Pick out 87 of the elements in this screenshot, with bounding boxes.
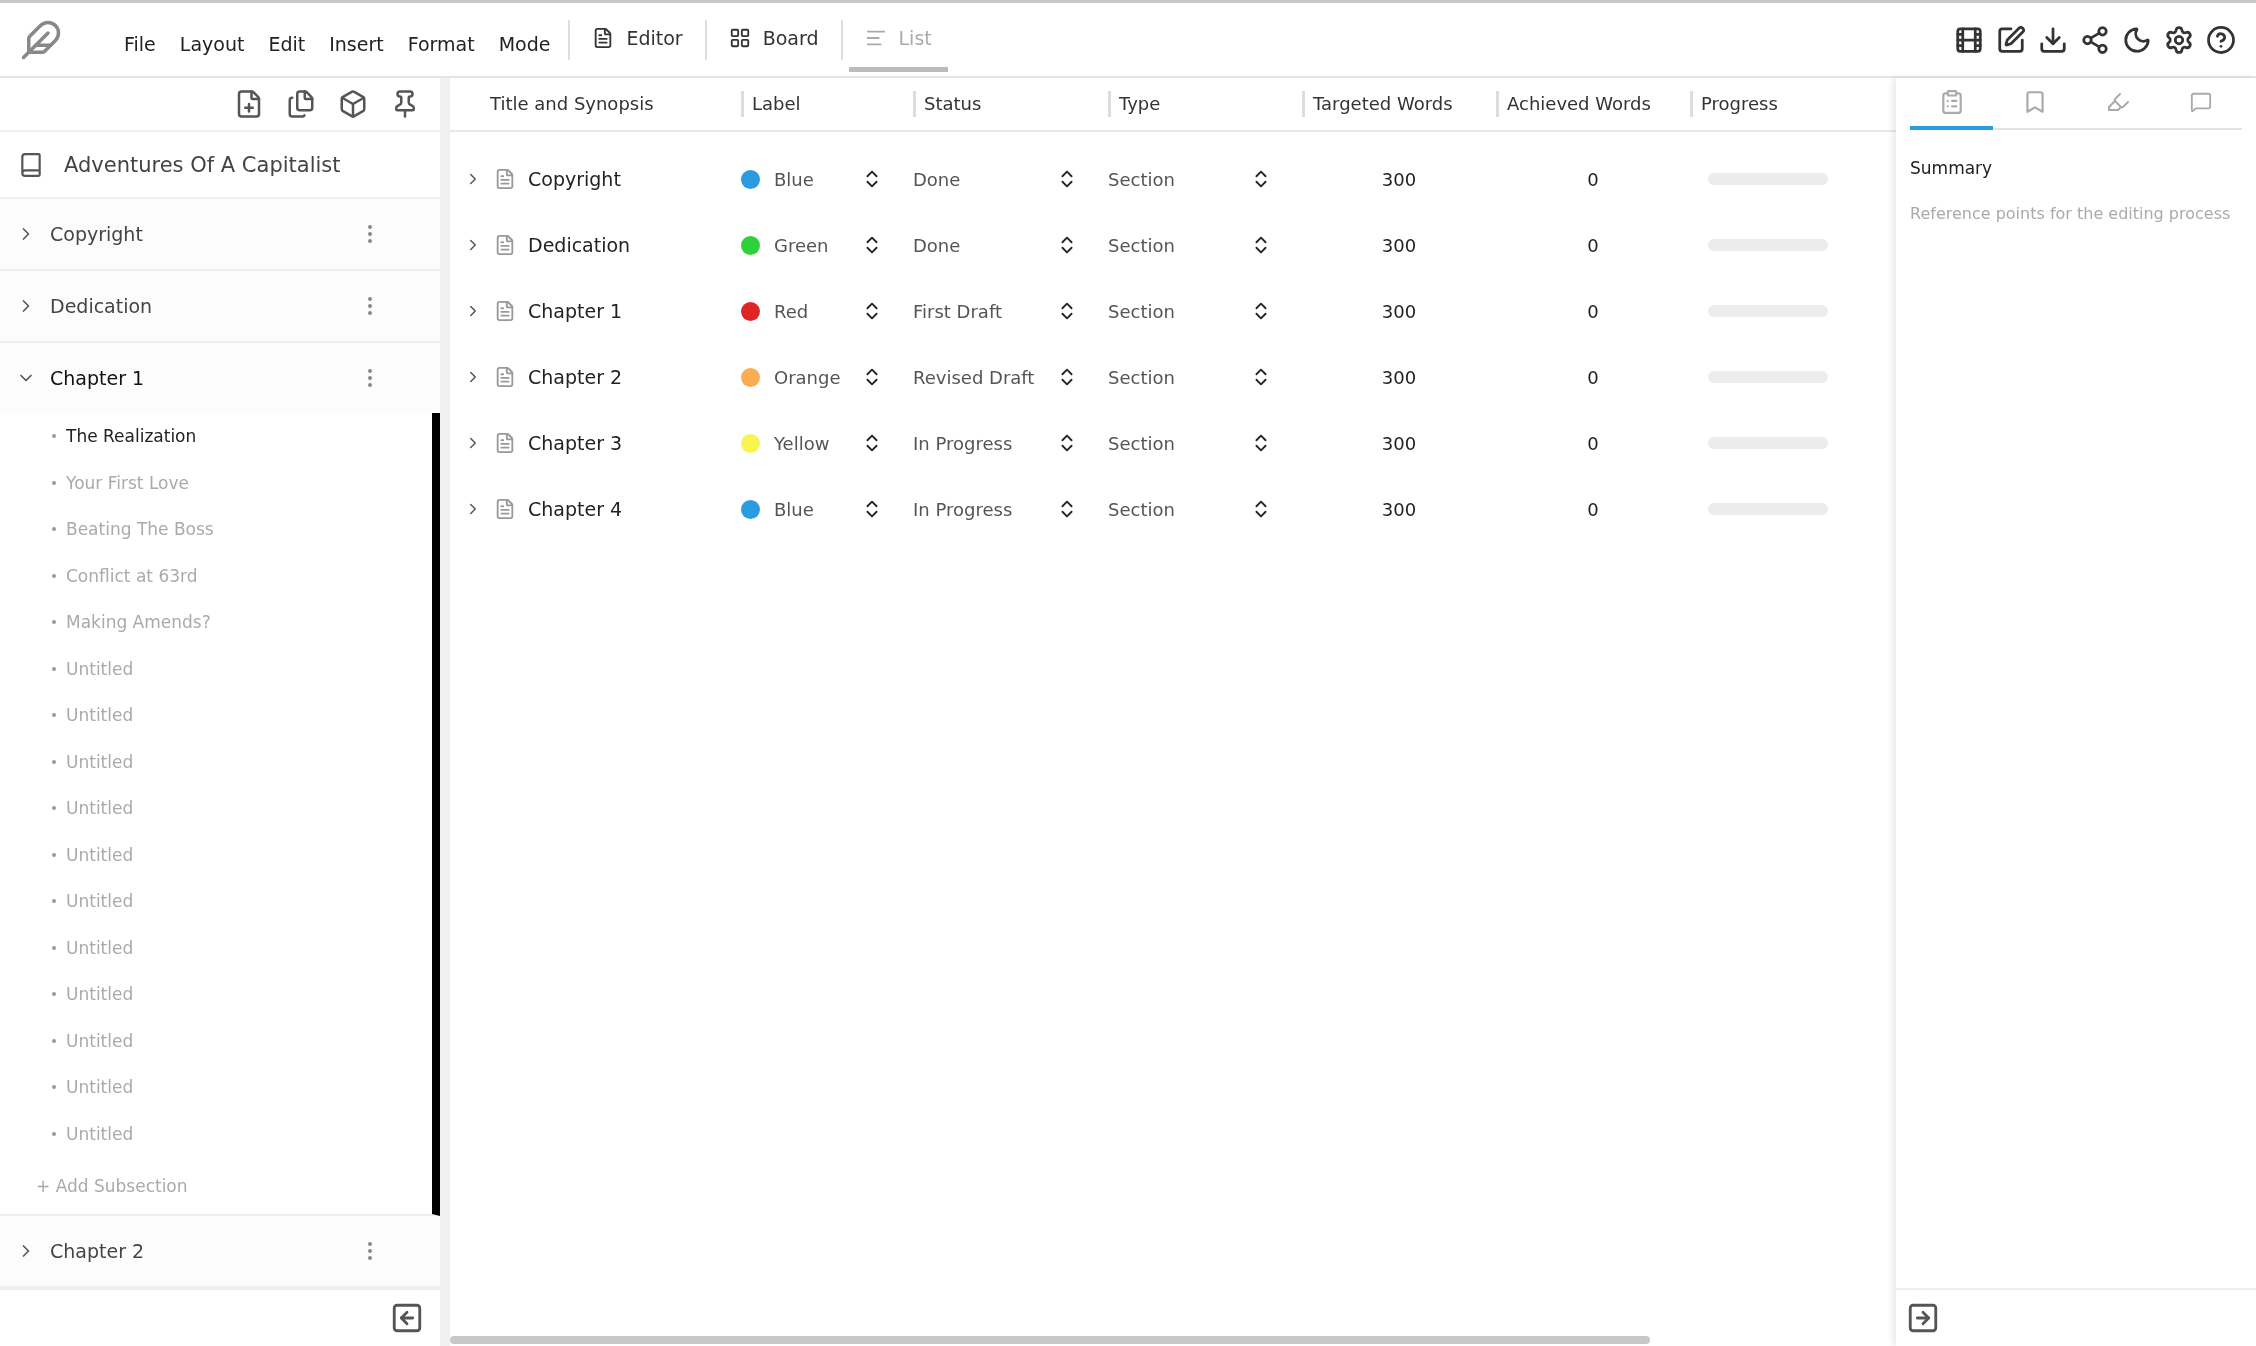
subsection-item[interactable]: Beating The Boss bbox=[0, 506, 432, 553]
subsection-item[interactable]: Untitled bbox=[0, 692, 432, 739]
achieved-words: 0 bbox=[1587, 168, 1599, 190]
row-title: Chapter 2 bbox=[528, 366, 623, 388]
speech-bubble-icon bbox=[2189, 91, 2212, 113]
type-value: Section bbox=[1108, 432, 1176, 454]
status-value: Done bbox=[913, 234, 962, 256]
column-header: Type bbox=[1108, 91, 1302, 117]
targeted-words: 300 bbox=[1381, 366, 1417, 388]
subsection-item[interactable]: Untitled bbox=[0, 878, 432, 925]
subsection-item[interactable]: Your First Love bbox=[0, 459, 432, 506]
achieved-words: 0 bbox=[1587, 366, 1599, 388]
subsection-item[interactable]: Untitled bbox=[0, 924, 432, 971]
pen-icon bbox=[2105, 90, 2130, 114]
label-value: Orange bbox=[774, 366, 842, 388]
label-value: Blue bbox=[774, 168, 815, 190]
row-title: Chapter 4 bbox=[528, 498, 623, 520]
view-tab[interactable]: List bbox=[848, 13, 948, 72]
status-value: In Progress bbox=[913, 432, 1014, 454]
book-icon bbox=[18, 151, 44, 178]
document-icon bbox=[494, 432, 516, 454]
row-title: Chapter 3 bbox=[528, 432, 623, 454]
chapter-title: Dedication bbox=[50, 295, 154, 317]
row-title: Copyright bbox=[528, 168, 621, 190]
menu-item[interactable]: Mode bbox=[486, 26, 563, 61]
label-value: Green bbox=[774, 234, 830, 256]
achieved-words: 0 bbox=[1587, 432, 1599, 454]
column-header: Label bbox=[741, 91, 913, 117]
row-title: Dedication bbox=[528, 234, 631, 256]
targeted-words: 300 bbox=[1381, 432, 1417, 454]
document-icon bbox=[494, 300, 516, 322]
column-header: Targeted Words bbox=[1302, 91, 1496, 117]
label-value: Red bbox=[774, 300, 810, 322]
chapter-title: Chapter 2 bbox=[50, 1240, 146, 1262]
status-value: Done bbox=[913, 168, 962, 190]
document-icon bbox=[494, 168, 516, 190]
achieved-words: 0 bbox=[1587, 498, 1599, 520]
add-subsection-button[interactable]: + Add Subsection bbox=[0, 1157, 194, 1214]
type-value: Section bbox=[1108, 366, 1176, 388]
menu-item[interactable]: File bbox=[112, 26, 168, 61]
grid-icon bbox=[728, 27, 751, 49]
subsection-item[interactable]: Making Amends? bbox=[0, 599, 432, 646]
subsection-item[interactable]: The Realization bbox=[0, 413, 432, 460]
scrollbar-thumb[interactable] bbox=[450, 1336, 1650, 1344]
subsection-item[interactable]: Untitled bbox=[0, 738, 432, 785]
subsection-item[interactable]: Untitled bbox=[0, 645, 432, 692]
targeted-words: 300 bbox=[1381, 168, 1417, 190]
label-value: Yellow bbox=[774, 432, 831, 454]
status-value: Revised Draft bbox=[913, 366, 1036, 388]
summary-heading: Summary bbox=[1910, 158, 1994, 178]
view-tab[interactable]: Board bbox=[712, 13, 835, 72]
subsection-item[interactable]: Untitled bbox=[0, 1017, 432, 1064]
achieved-words: 0 bbox=[1587, 300, 1599, 322]
menu-item[interactable]: Layout bbox=[167, 26, 257, 61]
type-value: Section bbox=[1108, 234, 1176, 256]
column-header: Progress bbox=[1690, 91, 1896, 117]
menu-item[interactable]: Edit bbox=[256, 26, 318, 61]
type-value: Section bbox=[1108, 498, 1176, 520]
subsection-item[interactable]: Untitled bbox=[0, 785, 432, 832]
subsection-item[interactable]: Conflict at 63rd bbox=[0, 552, 432, 599]
menu-item[interactable]: Insert bbox=[317, 26, 396, 61]
status-value: First Draft bbox=[913, 300, 1003, 322]
document-icon bbox=[494, 234, 516, 256]
subsection-item[interactable]: Untitled bbox=[0, 1064, 432, 1111]
subsection-item[interactable]: Untitled bbox=[0, 831, 432, 878]
type-value: Section bbox=[1108, 168, 1176, 190]
status-value: In Progress bbox=[913, 498, 1014, 520]
document-icon bbox=[494, 366, 516, 388]
view-tab[interactable]: Editor bbox=[576, 13, 699, 72]
targeted-words: 300 bbox=[1381, 300, 1417, 322]
targeted-words: 300 bbox=[1381, 498, 1417, 520]
document-icon bbox=[494, 498, 516, 520]
type-value: Section bbox=[1108, 300, 1176, 322]
chapter-title: Copyright bbox=[50, 223, 144, 245]
label-value: Blue bbox=[774, 498, 815, 520]
menu-item[interactable]: Format bbox=[395, 26, 487, 61]
row-title: Chapter 1 bbox=[528, 300, 623, 322]
targeted-words: 300 bbox=[1381, 234, 1417, 256]
column-header: Achieved Words bbox=[1496, 91, 1690, 117]
chapter-title: Chapter 1 bbox=[50, 367, 146, 389]
column-header: Status bbox=[913, 91, 1108, 117]
subsection-item[interactable]: Untitled bbox=[0, 1110, 432, 1157]
book-title: Adventures Of A Capitalist bbox=[64, 152, 341, 177]
feather-logo-icon bbox=[20, 18, 62, 61]
achieved-words: 0 bbox=[1587, 234, 1599, 256]
column-header: Title and Synopsis bbox=[489, 92, 655, 116]
subsection-item[interactable]: Untitled bbox=[0, 971, 432, 1018]
